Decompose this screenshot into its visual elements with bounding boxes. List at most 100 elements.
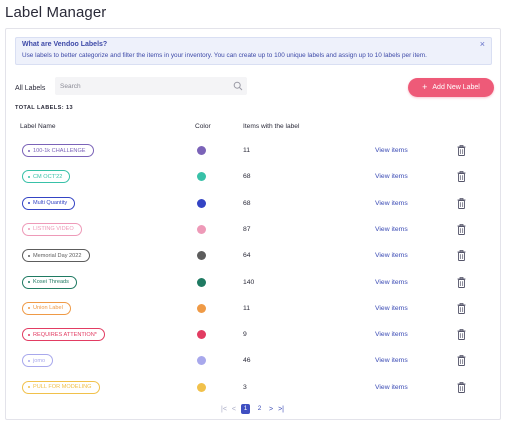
view-items-link[interactable]: View items — [375, 200, 408, 207]
color-swatch — [197, 146, 206, 155]
table-row: PULL FOR MODELING 3 View items — [6, 375, 500, 401]
label-pill[interactable]: CM OCT'22 — [22, 170, 71, 184]
label-dot-icon — [28, 281, 30, 283]
label-manager-card: What are Vendoo Labels? Use labels to be… — [5, 28, 501, 420]
info-title: What are Vendoo Labels? — [22, 41, 108, 48]
trash-icon[interactable] — [457, 250, 466, 262]
items-count: 3 — [243, 383, 247, 391]
items-count: 87 — [243, 225, 251, 233]
plus-icon: + — [422, 82, 428, 92]
page-2-button[interactable]: 2 — [255, 404, 264, 414]
items-count: 11 — [243, 304, 251, 312]
label-name: Multi Quantity — [33, 200, 68, 207]
label-dot-icon — [28, 175, 30, 178]
info-banner: What are Vendoo Labels? Use labels to be… — [15, 37, 492, 65]
add-new-label-text: Add New Label — [432, 84, 480, 91]
table-row: REQUIRES ATTENTION* 9 View items — [6, 322, 500, 348]
label-dot-icon — [28, 307, 30, 310]
last-page-button[interactable]: >| — [278, 406, 284, 413]
label-name: CM OCT'22 — [33, 173, 63, 180]
label-pill[interactable]: LISTING VIDEO — [22, 222, 82, 236]
search-input[interactable] — [55, 77, 227, 95]
total-labels: TOTAL LABELS: 13 — [15, 105, 73, 111]
table-row: LISTING VIDEO 87 View items — [6, 217, 500, 243]
label-name: jomo — [33, 357, 46, 364]
label-name: 100-1k CHALLENGE — [33, 147, 86, 154]
color-swatch — [197, 224, 206, 234]
label-name: Kosei Threads — [33, 279, 69, 285]
items-count: 68 — [243, 173, 251, 181]
search-icon[interactable] — [233, 81, 243, 91]
label-pill[interactable]: 100-1k CHALLENGE — [22, 144, 94, 157]
label-name: LISTING VIDEO — [33, 226, 74, 233]
view-items-link[interactable]: View items — [375, 305, 408, 312]
prev-page-button[interactable]: < — [232, 406, 236, 413]
items-count: 9 — [243, 331, 247, 339]
table-row: Union Label 11 View items — [6, 296, 500, 322]
label-name: Memorial Day 2022 — [33, 252, 82, 259]
header-items: Items with the label — [243, 123, 300, 130]
view-items-link[interactable]: View items — [375, 357, 408, 364]
color-swatch — [197, 382, 206, 392]
trash-icon[interactable] — [457, 329, 466, 341]
label-dot-icon — [28, 333, 30, 336]
label-dot-icon — [28, 254, 30, 257]
view-items-link[interactable]: View items — [375, 147, 408, 154]
all-labels-label: All Labels — [15, 85, 46, 92]
view-items-link[interactable]: View items — [375, 226, 408, 233]
trash-icon[interactable] — [457, 223, 466, 235]
trash-icon[interactable] — [457, 276, 466, 288]
trash-icon[interactable] — [457, 197, 466, 209]
table-row: CM OCT'22 68 View items — [6, 164, 500, 190]
label-pill[interactable]: Memorial Day 2022 — [22, 249, 90, 263]
label-pill[interactable]: Multi Quantity — [22, 196, 76, 210]
header-color: Color — [195, 123, 211, 130]
label-dot-icon — [28, 228, 30, 231]
table-row: jomo 46 View items — [6, 348, 500, 374]
label-dot-icon — [28, 149, 30, 152]
next-page-button[interactable]: > — [269, 406, 273, 413]
first-page-button[interactable]: |< — [221, 406, 227, 413]
color-swatch — [197, 303, 206, 313]
close-icon[interactable]: × — [480, 40, 485, 49]
table-row: Kosei Threads 140 View items — [6, 270, 500, 296]
view-items-link[interactable]: View items — [375, 331, 408, 338]
view-items-link[interactable]: View items — [375, 279, 408, 286]
info-text: Use labels to better categorize and filt… — [22, 52, 427, 59]
trash-icon[interactable] — [457, 355, 466, 367]
trash-icon[interactable] — [457, 302, 466, 314]
header-label-name: Label Name — [20, 123, 56, 130]
label-pill[interactable]: Union Label — [22, 301, 71, 315]
view-items-link[interactable]: View items — [375, 252, 408, 259]
label-pill[interactable]: jomo — [22, 354, 54, 368]
table-row: Memorial Day 2022 64 View items — [6, 243, 500, 269]
items-count: 46 — [243, 357, 251, 365]
page-1-button[interactable]: 1 — [241, 404, 250, 414]
table-row: 100-1k CHALLENGE 11 View items — [6, 138, 500, 164]
items-count: 64 — [243, 252, 251, 260]
view-items-link[interactable]: View items — [375, 384, 408, 391]
label-dot-icon — [28, 359, 30, 362]
table-row: Multi Quantity 68 View items — [6, 191, 500, 217]
label-pill[interactable]: REQUIRES ATTENTION* — [22, 328, 105, 342]
color-swatch — [197, 198, 206, 208]
label-pill[interactable]: Kosei Threads — [22, 275, 77, 289]
color-swatch — [197, 172, 206, 182]
trash-icon[interactable] — [457, 171, 466, 183]
label-name: PULL FOR MODELING — [33, 384, 92, 391]
trash-icon[interactable] — [457, 381, 466, 393]
label-dot-icon — [28, 386, 30, 389]
label-pill[interactable]: PULL FOR MODELING — [22, 380, 100, 394]
search-box — [55, 77, 247, 95]
add-new-label-button[interactable]: + Add New Label — [408, 78, 494, 97]
color-swatch — [197, 330, 206, 340]
label-dot-icon — [28, 202, 30, 205]
trash-icon[interactable] — [457, 145, 466, 156]
page-title: Label Manager — [5, 4, 107, 21]
view-items-link[interactable]: View items — [375, 173, 408, 180]
items-count: 140 — [243, 278, 255, 286]
items-count: 68 — [243, 199, 251, 207]
color-swatch — [197, 251, 206, 261]
label-name: Union Label — [33, 305, 63, 312]
items-count: 11 — [243, 147, 251, 154]
